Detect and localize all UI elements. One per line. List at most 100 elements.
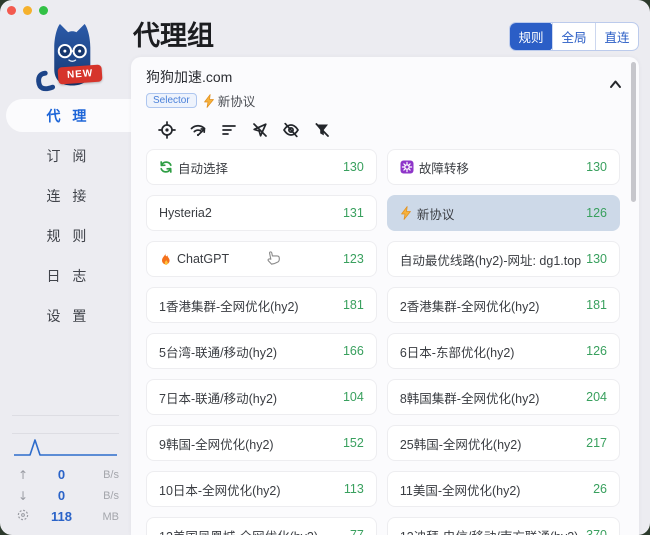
proxy-card[interactable]: 12美国凤凰城-全网优化(hy2) 77 [146,517,377,535]
proxy-card[interactable]: 自动最优线路(hy2)-网址: dg1.top130 [387,241,620,277]
proxy-latency: 77 [350,528,364,535]
proxy-name: Hysteria2 [159,206,338,220]
proxy-name: 12美国凤凰城-全网优化(hy2) [159,526,345,535]
proxy-name: 11美国-全网优化(hy2) [400,480,588,499]
arrow-up-icon: ↑ [12,468,34,482]
proxy-latency: 130 [586,160,607,174]
proxy-latency: 104 [343,390,364,404]
page-title: 代理组 [133,14,214,53]
traffic-lights [7,6,48,15]
proxy-grid: 自动选择130 故障转移 130 Hysteria2 131 新协议 126 ChatGPT1… [146,149,620,535]
proxy-latency: 131 [343,206,364,220]
proxy-name: 25韩国-全网优化(hy2) [400,434,581,453]
proxy-name: 2香港集群-全网优化(hy2) [400,296,581,315]
sidebar-item-0[interactable]: 代 理 [6,99,131,132]
eye-off-icon[interactable] [281,120,300,139]
proxy-card[interactable]: 11美国-全网优化(hy2) 26 [387,471,620,507]
locate-icon[interactable] [157,120,176,139]
proxy-card[interactable]: 7日本-联通/移动(hy2) 104 [146,379,377,415]
stat-value: 118 [34,509,89,524]
proxy-card[interactable]: 10日本-全网优化(hy2) 113 [146,471,377,507]
sidebar-item-3[interactable]: 规 则 [6,219,131,252]
cat-logo [28,14,110,98]
proxy-name: 7日本-联通/移动(hy2) [159,388,338,407]
proxy-card[interactable]: ChatGPT123 [146,241,377,277]
proxy-card[interactable]: 故障转移 130 [387,149,620,185]
proxy-latency: 130 [586,252,607,266]
proxy-latency: 370 [586,528,607,535]
proxy-name: 10日本-全网优化(hy2) [159,480,339,499]
mode-直连[interactable]: 直连 [595,23,638,50]
proxy-latency: 204 [586,390,607,404]
proxy-card[interactable]: 1香港集群-全网优化(hy2) 181 [146,287,377,323]
group-header: 狗狗加速.com Selector 新协议 [131,57,639,110]
traffic-stats: ↑0B/s ↓0B/s118MB [12,415,119,527]
traffic-sparkline [12,436,119,458]
proxy-card[interactable]: 9韩国-全网优化(hy2) 152 [146,425,377,461]
proxy-latency: 113 [344,482,364,496]
mode-全局[interactable]: 全局 [552,23,595,50]
sidebar-item-4[interactable]: 日 志 [6,259,131,292]
proxy-card[interactable]: 2香港集群-全网优化(hy2)181 [387,287,620,323]
bolt-icon [400,206,412,220]
proxy-latency: 130 [343,160,364,174]
proxy-latency: 166 [343,344,364,358]
proxy-card[interactable]: 自动选择130 [146,149,377,185]
close-button[interactable] [7,6,16,15]
sidebar-item-1[interactable]: 订 阅 [6,139,131,172]
proxy-card[interactable]: 6日本-东部优化(hy2) 126 [387,333,620,369]
stat-unit: B/s [89,469,119,481]
proxy-latency: 126 [586,344,607,358]
group-name: 狗狗加速.com [146,67,625,87]
new-badge: NEW [57,64,102,84]
proxy-card[interactable]: 13迪拜-电信/移动/南方联通(hy2) 370 [387,517,620,535]
group-subline: Selector 新协议 [146,91,625,110]
sidebar: NEW 代 理订 阅连 接规 则日 志设 置 ↑0B/s ↓0B/s118MB [0,0,131,535]
app-window: NEW 代 理订 阅连 接规 则日 志设 置 ↑0B/s ↓0B/s118MB 代… [0,0,650,535]
stat-row: 118MB [12,506,119,527]
proxy-card[interactable]: 25韩国-全网优化(hy2)217 [387,425,620,461]
proxy-name: 6日本-东部优化(hy2) [400,342,581,361]
proxy-name: 5台湾-联通/移动(hy2) [159,342,338,361]
speedtest-icon[interactable] [188,120,207,139]
chevron-up-icon[interactable] [608,77,623,95]
proxy-name: 8韩国集群-全网优化(hy2) [400,388,581,407]
sidebar-item-2[interactable]: 连 接 [6,179,131,212]
sidebar-nav: 代 理订 阅连 接规 则日 志设 置 [0,99,131,339]
recycle-icon [159,160,173,174]
sidebar-item-5[interactable]: 设 置 [6,299,131,332]
group-type-badge: Selector [146,93,197,108]
stat-row: ↓0B/s [12,485,119,506]
bolt-icon [203,94,215,108]
group-selected-proxy: 新协议 [203,91,256,110]
proxy-latency: 123 [343,252,364,266]
divider [12,415,119,416]
proxy-card[interactable]: Hysteria2 131 [146,195,377,231]
scrollbar-thumb[interactable] [631,62,636,202]
filter-off-icon[interactable] [312,120,331,139]
proxy-name: 9韩国-全网优化(hy2) [159,434,338,453]
proxy-latency: 152 [343,436,364,450]
arrow-down-icon: ↓ [12,489,34,503]
zoom-button[interactable] [39,6,48,15]
proxy-card[interactable]: 5台湾-联通/移动(hy2) 166 [146,333,377,369]
proxy-card[interactable]: 新协议 126 [387,195,620,231]
minimize-button[interactable] [23,6,32,15]
outbound-mode-switch: 规则全局直连 [509,22,639,51]
stat-value: 0 [34,467,89,482]
proxy-latency: 26 [593,482,607,496]
proxy-name: 1香港集群-全网优化(hy2) [159,296,338,315]
proxy-card[interactable]: 8韩国集群-全网优化(hy2) 204 [387,379,620,415]
proxy-name: 新协议 [417,204,581,223]
proxy-latency: 126 [586,206,607,220]
failover-icon [400,160,414,174]
proxy-latency: 181 [343,298,364,312]
mode-规则[interactable]: 规则 [509,22,553,51]
globe-icon [12,509,34,524]
sort-icon[interactable] [219,120,238,139]
proxy-name: 故障转移 [419,158,581,177]
proxy-group-panel: 狗狗加速.com Selector 新协议 自动选择130 故障转移 130 Hyst… [131,57,639,535]
navigation-off-icon[interactable] [250,120,269,139]
proxy-name: 13迪拜-电信/移动/南方联通(hy2) [400,526,581,535]
fire-icon [159,252,172,266]
